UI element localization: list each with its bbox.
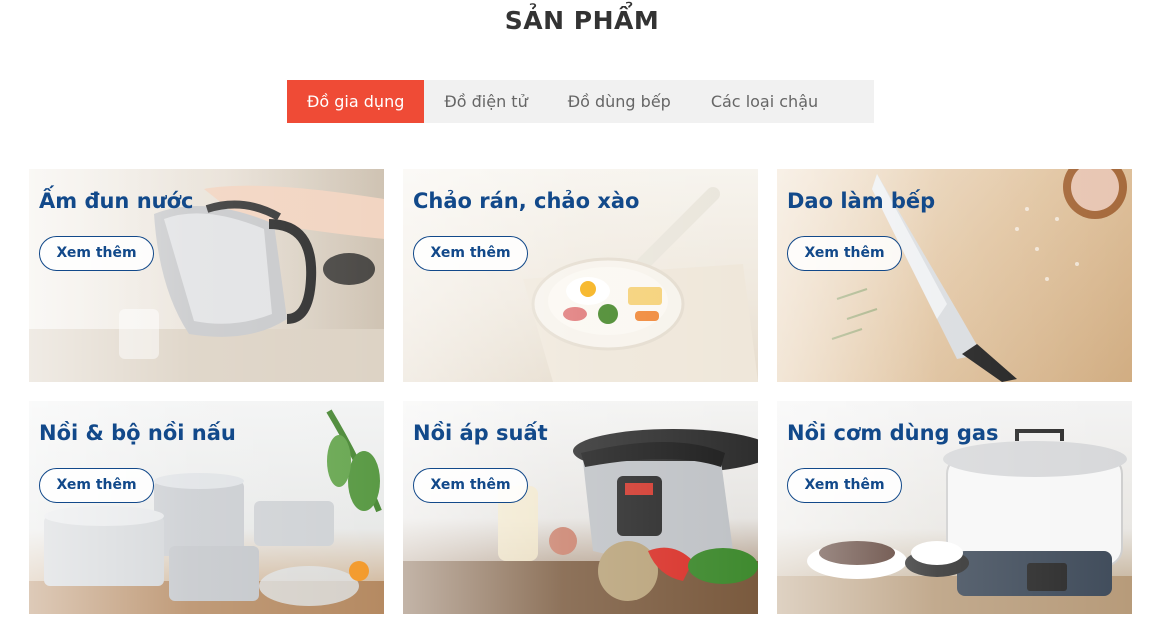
product-card-pot-set[interactable]: Nồi & bộ nồi nấu Xem thêm bbox=[29, 401, 384, 614]
view-more-button[interactable]: Xem thêm bbox=[39, 236, 154, 271]
product-title: Nồi cơm dùng gas bbox=[787, 421, 999, 445]
product-title: Nồi áp suất bbox=[413, 421, 548, 445]
product-title: Nồi & bộ nồi nấu bbox=[39, 421, 236, 445]
product-card-gas-rice-cooker[interactable]: Nồi cơm dùng gas Xem thêm bbox=[777, 401, 1132, 614]
product-title: Chảo rán, chảo xào bbox=[413, 189, 640, 213]
product-grid: Ấm đun nước Xem thêm Chảo rán, chảo xào … bbox=[29, 169, 1132, 614]
category-tabs: Đồ gia dụng Đồ điện tử Đồ dùng bếp Các l… bbox=[287, 80, 874, 123]
view-more-button[interactable]: Xem thêm bbox=[787, 468, 902, 503]
tab-do-dien-tu[interactable]: Đồ điện tử bbox=[424, 80, 547, 123]
section-title: SẢN PHẨM bbox=[504, 6, 660, 35]
product-title: Ấm đun nước bbox=[39, 189, 194, 213]
product-card-pan[interactable]: Chảo rán, chảo xào Xem thêm bbox=[403, 169, 758, 382]
product-title: Dao làm bếp bbox=[787, 189, 936, 213]
tab-do-dung-bep[interactable]: Đồ dùng bếp bbox=[548, 80, 691, 123]
view-more-button[interactable]: Xem thêm bbox=[39, 468, 154, 503]
view-more-button[interactable]: Xem thêm bbox=[413, 468, 528, 503]
view-more-button[interactable]: Xem thêm bbox=[787, 236, 902, 271]
tab-do-gia-dung[interactable]: Đồ gia dụng bbox=[287, 80, 425, 123]
product-card-knife[interactable]: Dao làm bếp Xem thêm bbox=[777, 169, 1132, 382]
product-card-pressure-cooker[interactable]: Nồi áp suất Xem thêm bbox=[403, 401, 758, 614]
view-more-button[interactable]: Xem thêm bbox=[413, 236, 528, 271]
product-card-kettle[interactable]: Ấm đun nước Xem thêm bbox=[29, 169, 384, 382]
tab-cac-loai-chau[interactable]: Các loại chậu bbox=[691, 80, 838, 123]
